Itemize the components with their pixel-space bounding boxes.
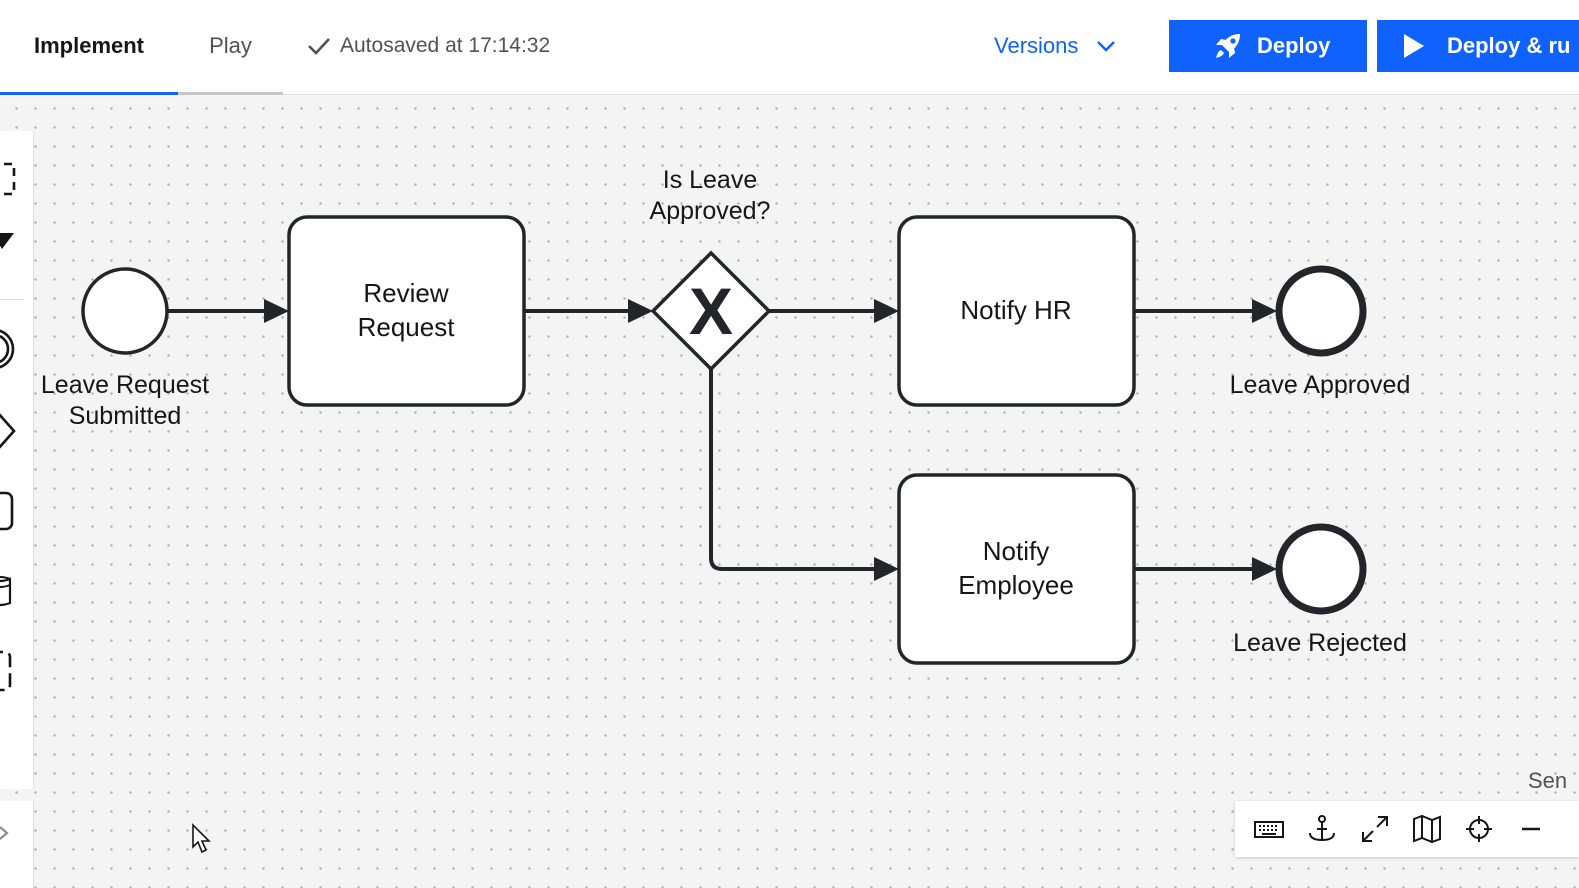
gateway-label-line-1: Is Leave xyxy=(663,166,758,194)
anchor-icon[interactable] xyxy=(1306,813,1338,845)
end-event-approved-label: Leave Approved xyxy=(1230,371,1411,399)
sequence-flow-gateway-notify-employee[interactable] xyxy=(709,369,899,581)
mouse-cursor-icon xyxy=(192,823,211,854)
sequence-flow-notify-employee-end[interactable] xyxy=(1134,557,1277,581)
task-notify-hr-label: Notify HR xyxy=(960,295,1071,325)
task-review-request-label-line-2: Request xyxy=(358,312,456,342)
canvas-toolbar xyxy=(1235,801,1579,857)
end-event-approved[interactable] xyxy=(1275,265,1367,357)
start-event-label-line-2: Submitted xyxy=(69,402,182,430)
sequence-flow-review-gateway[interactable] xyxy=(525,299,653,323)
task-notify-employee-label-line-2: Employee xyxy=(958,570,1074,600)
zoom-out-icon[interactable] xyxy=(1515,813,1547,845)
partial-label-text: Sen xyxy=(1528,768,1568,793)
task-notify-employee-label-line-1: Notify xyxy=(983,536,1049,566)
sequence-flow-gateway-notify-hr[interactable] xyxy=(769,299,899,323)
minimap-icon[interactable] xyxy=(1411,813,1443,845)
bpmn-diagram: Leave Request Submitted Review Request I… xyxy=(41,166,1411,665)
keyboard-icon[interactable] xyxy=(1253,813,1285,845)
end-event-rejected-label: Leave Rejected xyxy=(1233,629,1407,657)
sequence-flow-start-review[interactable] xyxy=(168,299,289,323)
sequence-flow-notify-hr-end[interactable] xyxy=(1134,299,1277,323)
fullscreen-icon[interactable] xyxy=(1359,813,1391,845)
crosshair-icon[interactable] xyxy=(1463,813,1495,845)
gateway-x-marker: X xyxy=(689,274,733,348)
task-review-request-label-line-1: Review xyxy=(363,278,448,308)
end-event-rejected[interactable] xyxy=(1275,523,1367,615)
task-review-request[interactable] xyxy=(287,215,526,407)
task-notify-employee[interactable] xyxy=(897,473,1136,665)
gateway-label-line-2: Approved? xyxy=(650,197,771,225)
start-event[interactable] xyxy=(81,267,169,355)
start-event-label-line-1: Leave Request xyxy=(41,371,209,399)
